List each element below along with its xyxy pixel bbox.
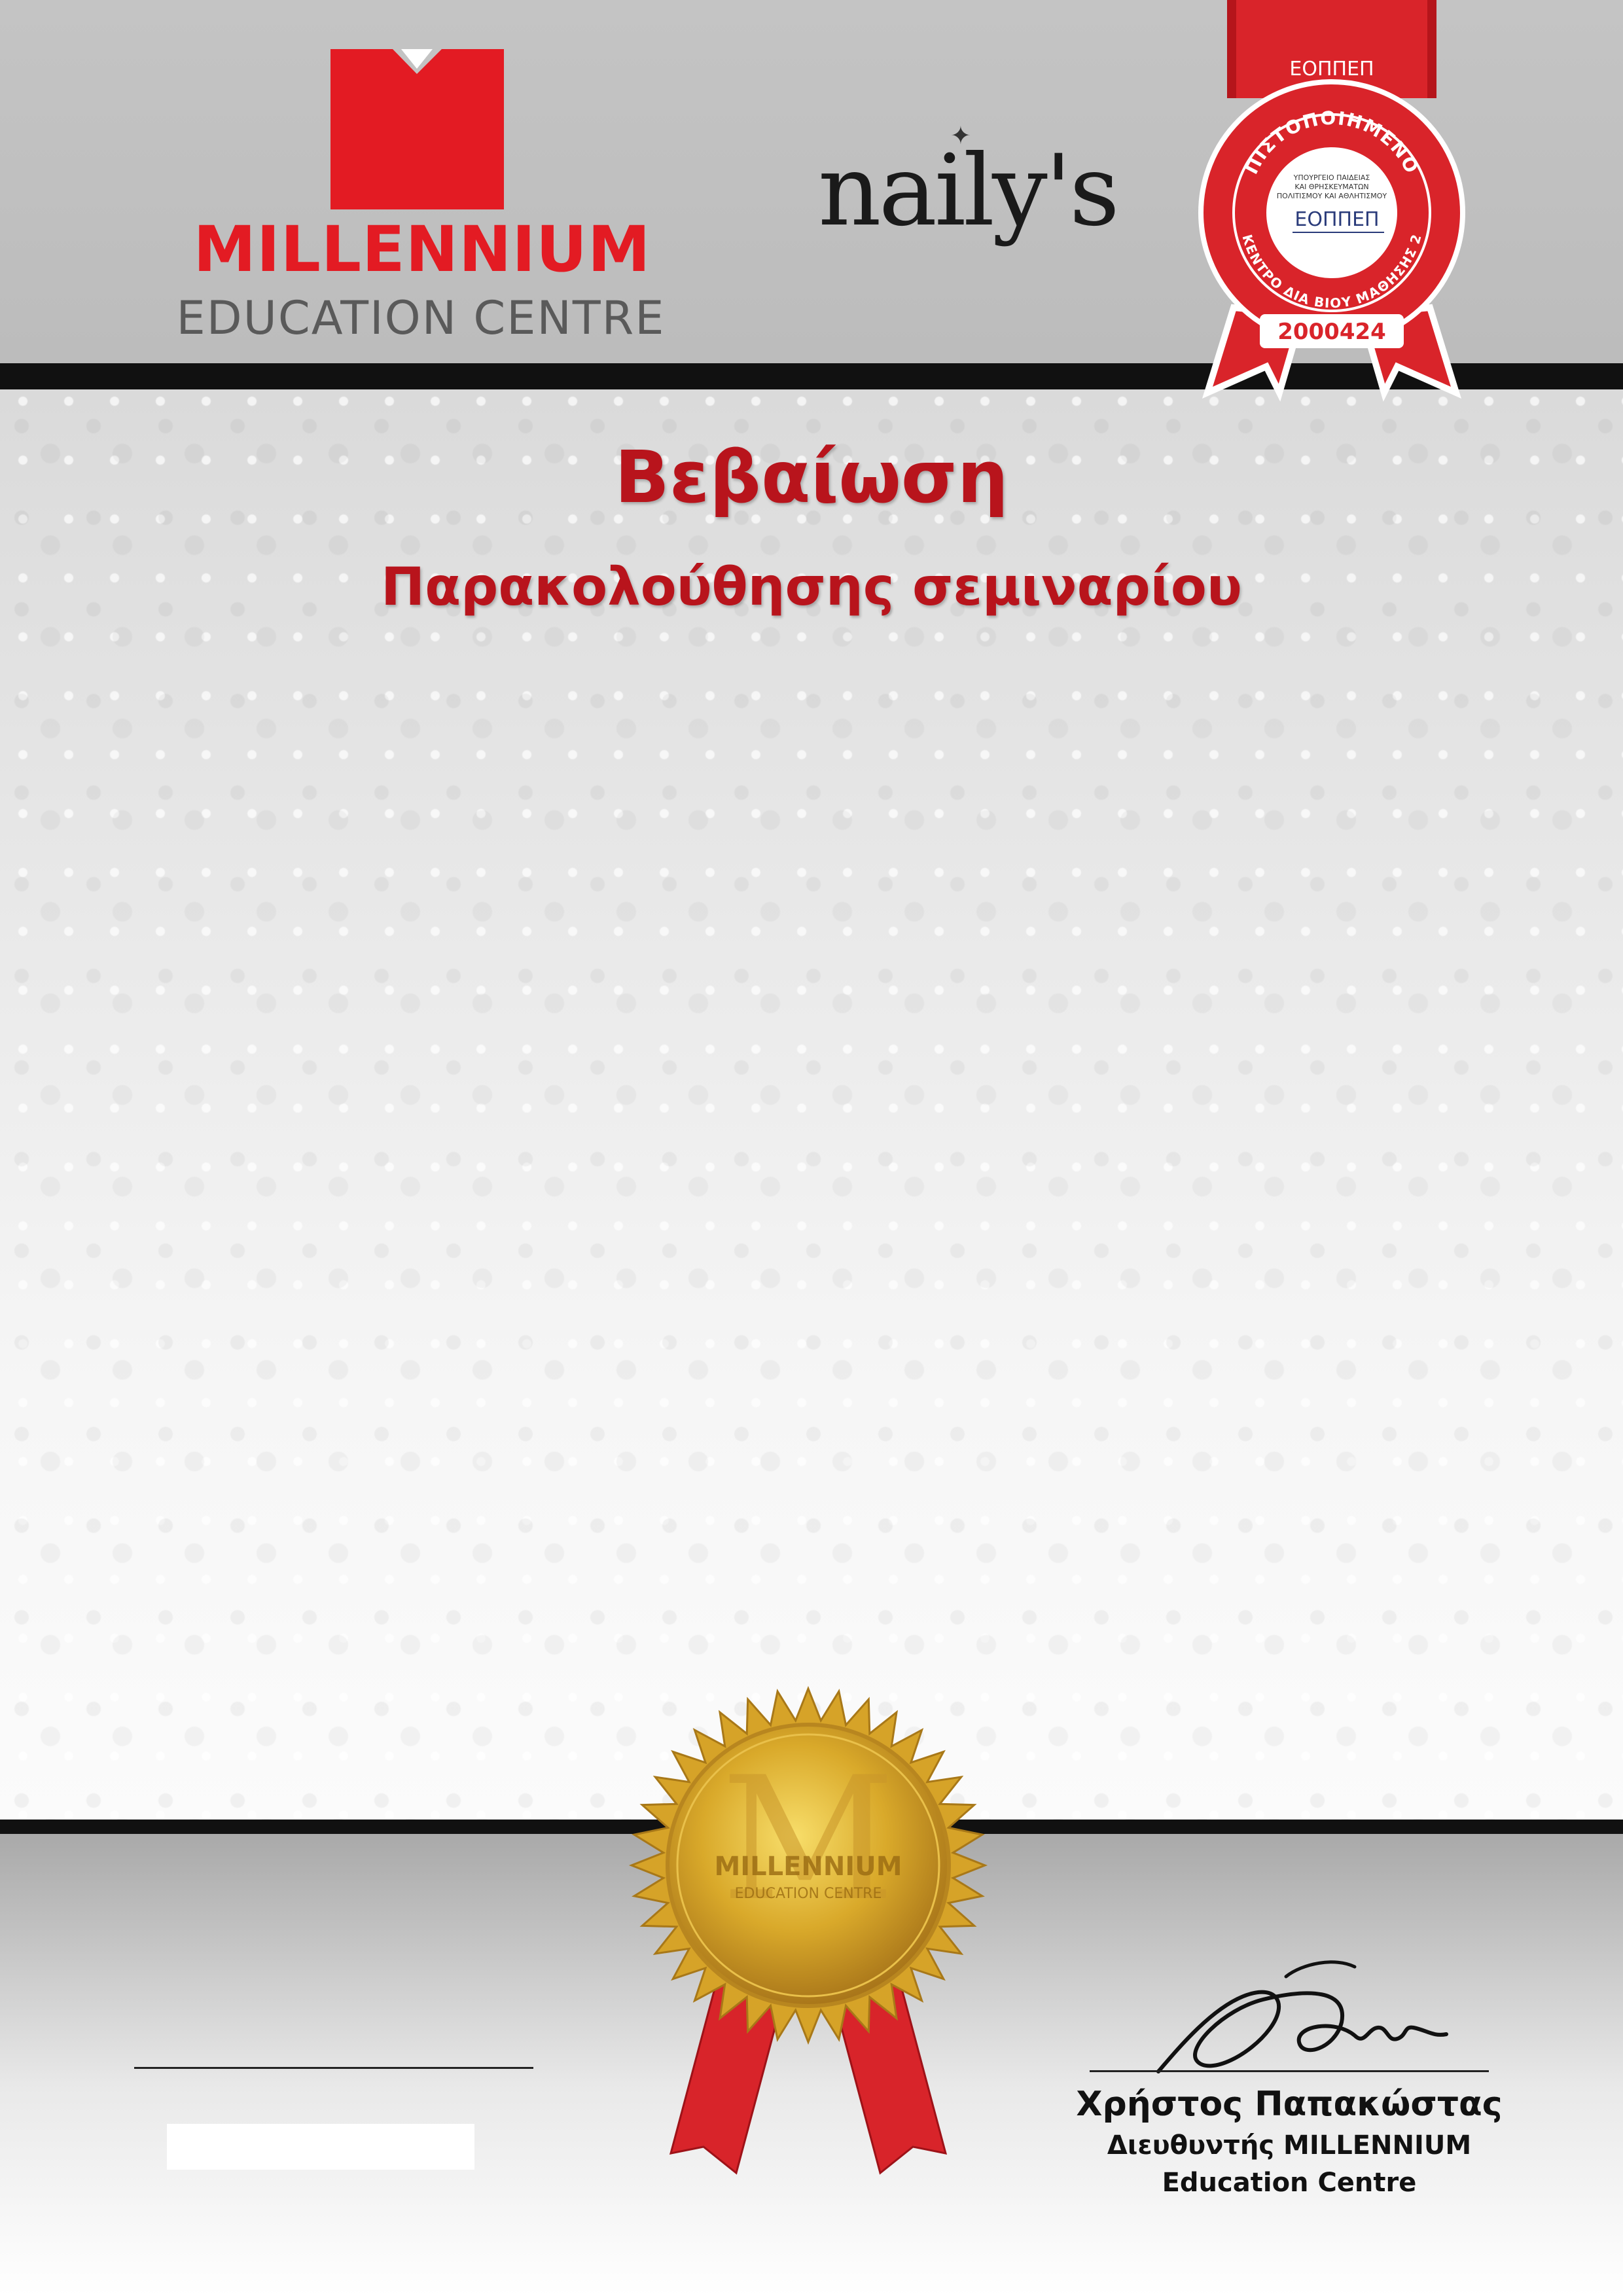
signer-name: Χρήστος Παπακώστας — [1076, 2085, 1503, 2124]
badge-ministry-2: ΚΑΙ ΘΡΗΣΚΕΥΜΑΤΩΝ — [1294, 183, 1368, 191]
badge-code: 2000424 — [1277, 319, 1386, 345]
seal-text-line1: MILLENNIUM — [714, 1852, 902, 1882]
gold-seal: M MILLENNIUM EDUCATION CENTRE — [628, 1685, 988, 2175]
document-title: Βεβαίωση — [615, 435, 1008, 519]
sparkle-icon: ✦ — [950, 121, 971, 150]
document-subtitle: Παρακολούθησης σεμιναρίου — [381, 556, 1242, 617]
badge-logo-text: ΕΟΠΠΕΠ — [1294, 208, 1379, 231]
director-signature-line — [1090, 2070, 1489, 2072]
badge-ministry-1: ΥΠΟΥΡΓΕΙΟ ΠΑΙΔΕΙΑΣ — [1293, 173, 1370, 182]
director-signature — [1156, 1960, 1448, 2073]
partner-logo: naily's — [818, 134, 1120, 248]
participant-signature-line — [134, 2067, 533, 2069]
badge-ministry-3: ΠΟΛΙΤΙΣΜΟΥ ΚΑΙ ΑΘΛΗΤΙΣΜΟΥ — [1277, 192, 1387, 200]
accreditation-badge: 2000424 ΕΟΠΠΕΠ ΠΙΣΤΟΠΟΙΗΜΕΝΟ ΚΕΝΤΡΟ ΔΙΑ … — [1198, 0, 1465, 402]
brand-name: MILLENNIUM — [193, 213, 651, 286]
millennium-logo-icon — [330, 49, 504, 209]
participant-name-box — [167, 2124, 474, 2170]
signer-role: Διευθυντής MILLENNIUM — [1107, 2130, 1472, 2161]
signer-organization: Education Centre — [1162, 2168, 1417, 2198]
seal-text-line2: EDUCATION CENTRE — [735, 1886, 882, 1902]
badge-top-label: ΕΟΠΠΕΠ — [1289, 58, 1374, 81]
brand-subtitle: EDUCATION CENTRE — [176, 291, 666, 345]
svg-text:M: M — [721, 1741, 895, 1939]
